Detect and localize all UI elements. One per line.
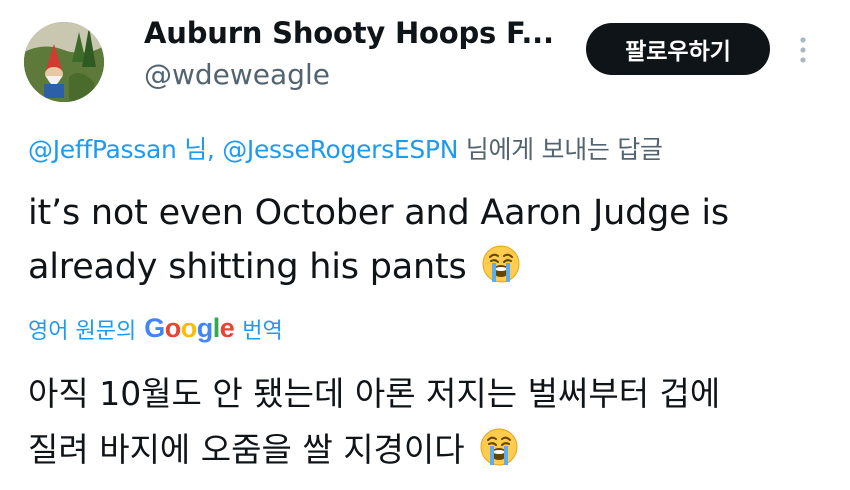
- reply-context: @JeffPassan 님, @JesseRogersESPN 님에게 보내는 …: [28, 130, 663, 166]
- translate-suffix: 번역: [242, 319, 283, 344]
- translate-link[interactable]: 영어 원문의 Google 번역: [28, 310, 283, 348]
- mention-link[interactable]: @JeffPassan: [28, 135, 177, 164]
- translated-line: 질려 바지에 오줌을 쌀 지경이다: [28, 430, 465, 469]
- mention-link[interactable]: @JesseRogersESPN: [222, 135, 458, 164]
- tweet-text: it’s not even October and Aaron Judge is…: [28, 186, 828, 294]
- follow-button[interactable]: 팔로우하기: [586, 23, 770, 75]
- loudly-crying-face-icon: [482, 245, 521, 283]
- more-options-button[interactable]: [788, 30, 818, 70]
- display-name[interactable]: Auburn Shooty Hoops F...: [144, 16, 554, 50]
- tweet-line: already shitting his pants: [28, 247, 467, 287]
- more-vertical-icon: [800, 37, 806, 63]
- translated-line-with-emoji: 질려 바지에 오줌을 쌀 지경이다: [28, 422, 828, 478]
- gnome-avatar-image: [24, 22, 104, 102]
- reply-separator: 님,: [176, 135, 223, 164]
- tweet-line-with-emoji: already shitting his pants: [28, 240, 828, 294]
- translated-line: 아직 10월도 안 됐는데 아론 저지는 벌써부터 겁에: [28, 374, 721, 413]
- user-handle[interactable]: @wdeweagle: [144, 58, 330, 91]
- loudly-crying-face-icon: [480, 428, 519, 466]
- translated-text: 아직 10월도 안 됐는데 아론 저지는 벌써부터 겁에 질려 바지에 오줌을 …: [28, 366, 828, 478]
- tweet-line: it’s not even October and Aaron Judge is: [28, 193, 729, 233]
- reply-suffix: 님에게 보내는 답글: [458, 135, 663, 164]
- avatar[interactable]: [24, 22, 104, 102]
- google-logo: Google: [144, 312, 235, 343]
- translate-prefix: 영어 원문의: [28, 319, 137, 344]
